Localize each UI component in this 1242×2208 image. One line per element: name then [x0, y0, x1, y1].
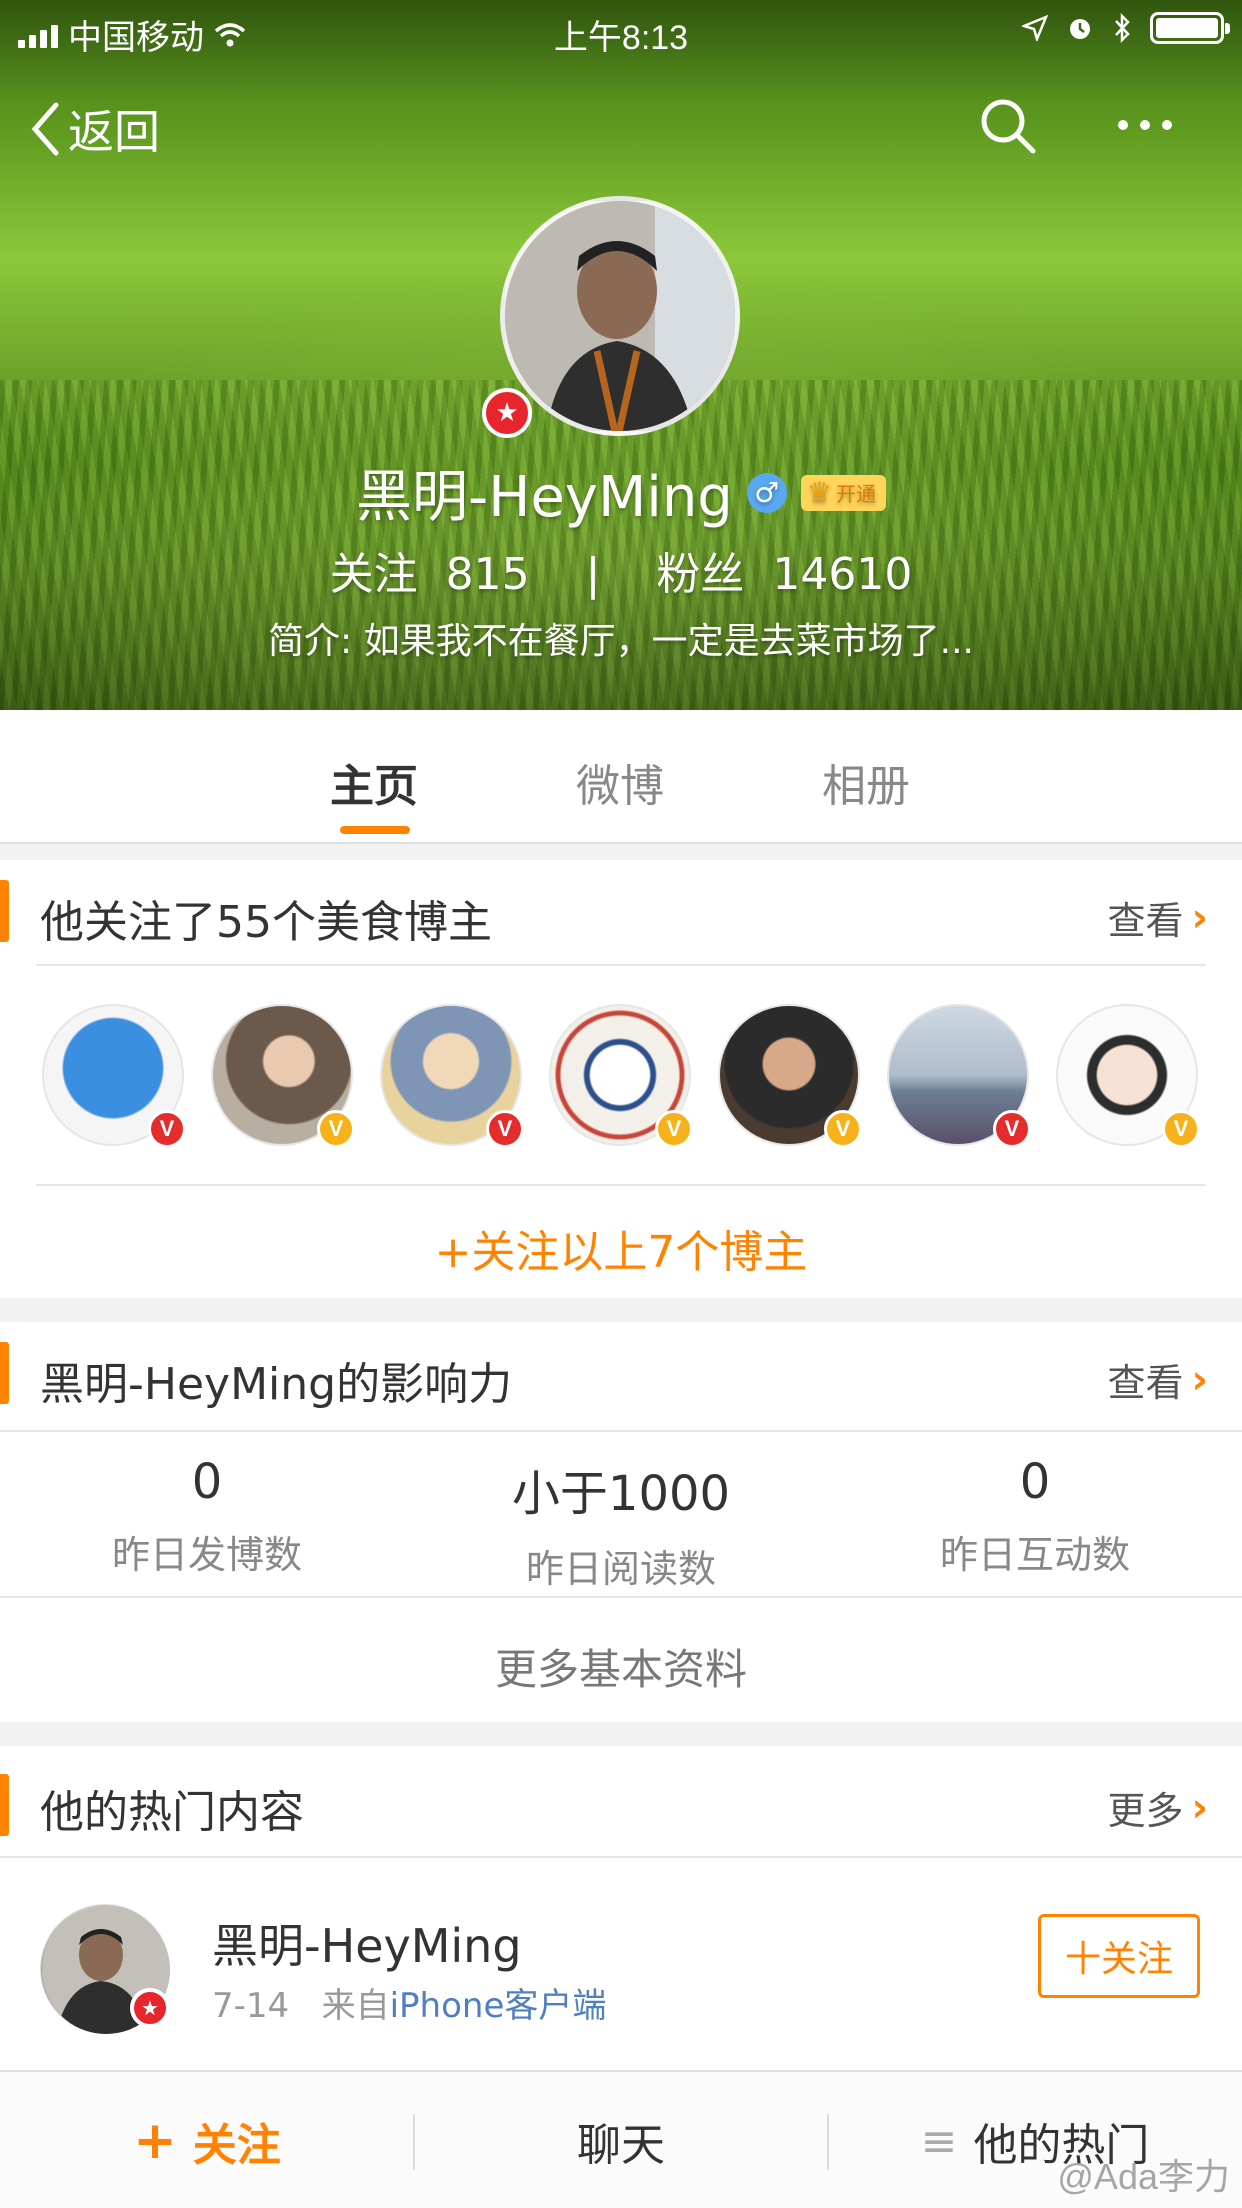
post-source-link[interactable]: iPhone客户端	[390, 1986, 607, 2026]
tab-home[interactable]: 主页	[330, 750, 418, 814]
verified-v-icon: V	[655, 1110, 693, 1148]
vip-label: 开通	[835, 484, 876, 506]
blogger-avatar[interactable]: V	[887, 1004, 1031, 1148]
search-button[interactable]	[978, 96, 1038, 160]
metric-posts: 0 昨日发博数	[111, 1454, 302, 1577]
profile-avatar[interactable]	[500, 196, 740, 436]
verified-v-icon: V	[486, 1110, 524, 1148]
chat-button[interactable]: 聊天	[414, 2072, 828, 2208]
follow-action-label: 关注	[192, 2120, 281, 2171]
hot-content-title: 他的热门内容	[40, 1787, 304, 1838]
plus-icon: +	[133, 2111, 177, 2171]
blogger-avatar[interactable]: V	[380, 1004, 524, 1148]
chevron-right-icon: ›	[1191, 894, 1208, 941]
location-icon	[1022, 15, 1048, 41]
alarm-icon	[1070, 19, 1090, 39]
verified-badge: ★	[482, 388, 532, 438]
vip-badge[interactable]: ♛ 开通	[800, 474, 886, 511]
metric-interactions: 0 昨日互动数	[939, 1454, 1130, 1577]
section-accent	[0, 1342, 9, 1404]
profile-name: 黑明-HeyMing	[356, 465, 733, 530]
tab-indicator	[340, 826, 410, 834]
stats-divider: |	[585, 549, 601, 600]
following-link[interactable]: 关注 815	[330, 549, 530, 600]
male-icon: ♂	[746, 472, 787, 513]
more-icon	[1118, 120, 1128, 130]
hot-content-more-link[interactable]: 更多 ›	[1108, 1780, 1209, 1835]
bottom-action-bar: + 关注 聊天 ≡ 他的热门	[0, 2070, 1242, 2208]
profile-intro[interactable]: 简介: 如果我不在餐厅，一定是去菜市场了...	[0, 612, 1242, 664]
chevron-left-icon	[31, 102, 59, 156]
verified-v-icon: V	[993, 1110, 1031, 1148]
blogger-avatar[interactable]: V	[718, 1004, 862, 1148]
profile-header: 中国移动 上午8:13 返回 ★ 黑明-HeyMing ♂ ♛ 开通 关注 81…	[0, 0, 1242, 710]
chevron-right-icon: ›	[1191, 1784, 1208, 1831]
follow-button[interactable]: 十关注	[1038, 1914, 1200, 1998]
section-accent	[0, 1774, 9, 1836]
more-button[interactable]	[1118, 120, 1172, 130]
tab-weibo[interactable]: 微博	[576, 750, 664, 814]
crown-icon: ♛	[806, 476, 832, 509]
post-author-name[interactable]: 黑明-HeyMing	[212, 1910, 522, 1976]
list-icon: ≡	[920, 2115, 958, 2167]
chat-label: 聊天	[577, 2120, 665, 2171]
follow-action-button[interactable]: + 关注	[0, 2072, 414, 2208]
verified-badge: ★	[130, 1988, 170, 2028]
search-icon	[981, 99, 1036, 154]
blogger-avatar[interactable]: V	[549, 1004, 693, 1148]
tab-album[interactable]: 相册	[822, 750, 910, 814]
following-view-link[interactable]: 查看 ›	[1108, 890, 1209, 945]
follow-stats: 关注 815 | 粉丝 14610	[0, 538, 1242, 602]
blogger-avatars: V V V V V V V	[42, 1004, 1242, 1154]
more-profile-info-link[interactable]: 更多基本资料	[0, 1636, 1242, 1697]
post-date: 7-14	[212, 1986, 290, 2026]
following-title: 他关注了55个美食博主	[40, 897, 492, 948]
metric-reads: 小于1000 昨日阅读数	[511, 1466, 731, 1591]
following-count: 815	[445, 549, 530, 600]
battery-icon	[1150, 12, 1230, 44]
fans-link[interactable]: 粉丝 14610	[656, 549, 912, 600]
profile-tabs: 主页 微博 相册	[0, 710, 1242, 844]
verified-v-icon: V	[148, 1110, 186, 1148]
watermark: @Ada李力	[1057, 2156, 1230, 2197]
section-accent	[0, 880, 9, 942]
back-button[interactable]: 返回	[30, 96, 160, 162]
follow-all-button[interactable]: +关注以上7个博主	[0, 1216, 1242, 1280]
influence-view-link[interactable]: 查看 ›	[1108, 1352, 1209, 1407]
post-from: 来自	[321, 1986, 390, 2026]
verified-v-icon: V	[317, 1110, 355, 1148]
blogger-avatar[interactable]: V	[42, 1004, 186, 1148]
hot-content-card: 他的热门内容 更多 ›	[0, 1746, 1242, 2076]
back-label: 返回	[68, 105, 160, 159]
influence-title: 黑明-HeyMing的影响力	[40, 1359, 513, 1410]
bluetooth-icon	[1115, 13, 1130, 43]
chevron-right-icon: ›	[1191, 1356, 1208, 1403]
verified-v-icon: V	[824, 1110, 862, 1148]
verified-v-icon: V	[1162, 1110, 1200, 1148]
blogger-avatar[interactable]: V	[211, 1004, 355, 1148]
avatar-photo	[505, 201, 735, 431]
blogger-avatar[interactable]: V	[1056, 1004, 1200, 1148]
status-bar: 中国移动 上午8:13	[0, 0, 1242, 60]
post-meta: 7-14 来自iPhone客户端	[212, 1978, 606, 2027]
fans-count: 14610	[772, 549, 913, 600]
